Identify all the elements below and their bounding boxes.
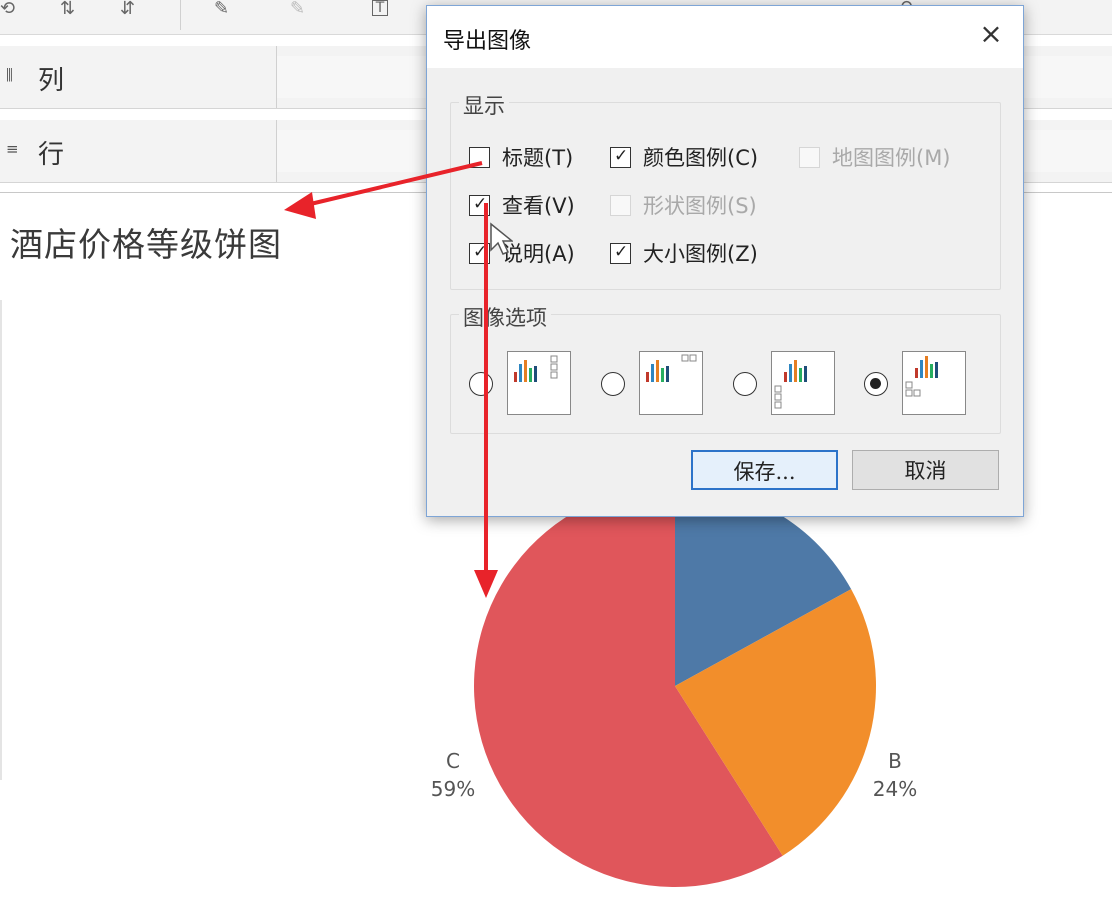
pie-label-b-name: B xyxy=(888,749,902,773)
checkbox-view-box[interactable]: ✓ xyxy=(469,193,490,216)
checkbox-map-legend: 地图图例(M) xyxy=(799,142,951,172)
pie-label-c: C 59% xyxy=(420,747,486,803)
pie-label-c-name: C xyxy=(446,749,460,773)
checkbox-caption[interactable]: ✓ 说明(A) xyxy=(469,238,575,268)
chart-thumbnail-icon xyxy=(514,355,558,382)
radio-selected-dot xyxy=(870,378,881,389)
checkbox-shape-legend-box xyxy=(610,194,631,216)
checkbox-view[interactable]: ✓ 查看(V) xyxy=(469,190,575,220)
layout-option-radio-1[interactable] xyxy=(469,372,493,396)
pie-label-b-percent: 24% xyxy=(872,777,918,801)
checkmark-icon: ✓ xyxy=(614,241,629,262)
checkbox-size-legend[interactable]: ✓ 大小图例(Z) xyxy=(610,238,758,268)
export-image-dialog: 导出图像 × 显示 标题(T) ✓ 颜色图例(C) 地图图例(M) ✓ 查看(V… xyxy=(426,5,1024,517)
checkbox-map-legend-label: 地图图例(M) xyxy=(832,146,951,170)
checkbox-color-legend[interactable]: ✓ 颜色图例(C) xyxy=(610,142,758,172)
pie-label-b: B 24% xyxy=(862,747,928,803)
checkbox-size-legend-label: 大小图例(Z) xyxy=(643,242,758,266)
layout-thumbnail-legend-bottom[interactable] xyxy=(902,351,966,415)
dialog-titlebar[interactable]: 导出图像 × xyxy=(427,6,1023,68)
layout-option-radio-2[interactable] xyxy=(601,372,625,396)
layout-option-radio-3[interactable] xyxy=(733,372,757,396)
checkbox-title-box[interactable] xyxy=(469,146,490,168)
checkbox-shape-legend: 形状图例(S) xyxy=(610,190,757,220)
save-button[interactable]: 保存... xyxy=(691,450,838,490)
layout-thumbnail-legend-top[interactable] xyxy=(639,351,703,415)
chart-thumbnail-icon xyxy=(774,360,807,409)
checkbox-view-label: 查看(V) xyxy=(502,194,575,218)
layout-option-radio-4-selected[interactable] xyxy=(864,372,888,396)
close-icon[interactable]: × xyxy=(973,16,1009,52)
chart-thumbnail-icon xyxy=(905,356,938,397)
checkbox-caption-box[interactable]: ✓ xyxy=(469,241,490,264)
cancel-button[interactable]: 取消 xyxy=(852,450,999,490)
checkbox-size-legend-box[interactable]: ✓ xyxy=(610,241,631,264)
chart-thumbnail-icon xyxy=(646,354,697,382)
show-group-title: 显示 xyxy=(459,90,509,120)
checkmark-icon: ✓ xyxy=(473,193,488,214)
mouse-cursor-icon xyxy=(490,222,513,255)
checkbox-shape-legend-label: 形状图例(S) xyxy=(643,194,757,218)
checkbox-title[interactable]: 标题(T) xyxy=(469,142,573,172)
checkbox-map-legend-box xyxy=(799,146,820,168)
checkbox-title-label: 标题(T) xyxy=(502,146,574,170)
image-options-group-title: 图像选项 xyxy=(459,302,551,332)
checkbox-color-legend-box[interactable]: ✓ xyxy=(610,145,631,168)
pie-label-c-percent: 59% xyxy=(430,777,476,801)
checkmark-icon: ✓ xyxy=(473,241,488,262)
dialog-title: 导出图像 xyxy=(443,29,532,54)
layout-thumbnail-legend-left[interactable] xyxy=(771,351,835,415)
checkbox-color-legend-label: 颜色图例(C) xyxy=(643,146,759,170)
checkmark-icon: ✓ xyxy=(614,145,629,166)
layout-thumbnail-legend-right[interactable] xyxy=(507,351,571,415)
